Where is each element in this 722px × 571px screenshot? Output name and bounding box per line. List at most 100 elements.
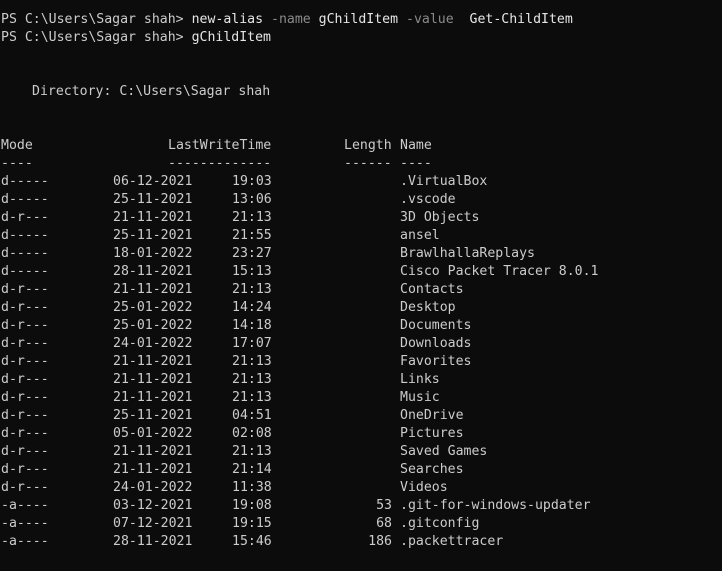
mode-cell: d-r--- xyxy=(1,462,49,477)
mode-cell: d----- xyxy=(1,246,49,261)
table-row: d-r--- 05-01-2022 02:08 Pictures xyxy=(1,425,722,443)
name-cell: .vscode xyxy=(400,192,456,207)
name-cell: Saved Games xyxy=(400,444,488,459)
command-line-2: PS C:\Users\Sagar shah> gChildItem xyxy=(1,29,722,47)
name-cell: Searches xyxy=(400,462,464,477)
underline-mode: ---- xyxy=(1,156,33,171)
date-cell: 07-12-2021 xyxy=(113,516,193,531)
length-cell: 53 xyxy=(376,498,392,513)
name-cell: .packettracer xyxy=(400,534,504,549)
date-cell: 21-11-2021 xyxy=(113,390,193,405)
name-cell: Links xyxy=(400,372,440,387)
time-cell: 19:15 xyxy=(232,516,272,531)
time-cell: 21:13 xyxy=(232,390,272,405)
table-row: d-r--- 25-01-2022 14:24 Desktop xyxy=(1,299,722,317)
date-cell: 28-11-2021 xyxy=(113,264,193,279)
time-cell: 17:07 xyxy=(232,336,272,351)
mode-cell: d-r--- xyxy=(1,354,49,369)
time-cell: 14:24 xyxy=(232,300,272,315)
date-cell: 25-11-2021 xyxy=(113,192,193,207)
time-cell: 14:18 xyxy=(232,318,272,333)
name-cell: Music xyxy=(400,390,440,405)
time-cell: 21:13 xyxy=(232,282,272,297)
table-row: d-r--- 21-11-2021 21:14 Searches xyxy=(1,461,722,479)
time-cell: 21:13 xyxy=(232,372,272,387)
parameter-value-flag: -value xyxy=(406,12,454,27)
terminal-window[interactable]: PS C:\Users\Sagar shah> new-alias -name … xyxy=(1,11,722,571)
date-cell: 03-12-2021 xyxy=(113,498,193,513)
date-cell: 21-11-2021 xyxy=(113,462,193,477)
header-mode: Mode xyxy=(1,138,33,153)
directory-listing: d----- 06-12-2021 19:03 .VirtualBox d----- 25… xyxy=(1,173,722,551)
underline-name: ---- xyxy=(400,156,432,171)
name-cell: 3D Objects xyxy=(400,210,480,225)
prompt: PS C:\Users\Sagar shah> xyxy=(1,12,184,27)
name-cell: Pictures xyxy=(400,426,464,441)
table-header-underline: ---- ------------- ------ ---- xyxy=(1,155,722,173)
time-cell: 21:13 xyxy=(232,444,272,459)
mode-cell: d-r--- xyxy=(1,444,49,459)
mode-cell: d----- xyxy=(1,174,49,189)
mode-cell: -a---- xyxy=(1,498,49,513)
time-cell: 04:51 xyxy=(232,408,272,423)
table-row: d-r--- 24-01-2022 11:38 Videos xyxy=(1,479,722,497)
parameter-value: gChildItem xyxy=(318,12,399,27)
date-cell: 18-01-2022 xyxy=(113,246,193,261)
mode-cell: d-r--- xyxy=(1,426,49,441)
time-cell: 19:03 xyxy=(232,174,272,189)
table-row: d-r--- 21-11-2021 21:13 Contacts xyxy=(1,281,722,299)
name-cell: Downloads xyxy=(400,336,472,351)
time-cell: 23:27 xyxy=(232,246,272,261)
time-cell: 15:13 xyxy=(232,264,272,279)
table-row: d-r--- 21-11-2021 21:13 Music xyxy=(1,389,722,407)
time-cell: 21:55 xyxy=(232,228,272,243)
name-cell: Documents xyxy=(400,318,472,333)
table-row: d-r--- 21-11-2021 21:13 3D Objects xyxy=(1,209,722,227)
parameter-name: -name xyxy=(271,12,311,27)
date-cell: 25-11-2021 xyxy=(113,228,193,243)
date-cell: 24-01-2022 xyxy=(113,480,193,495)
name-cell: .gitconfig xyxy=(400,516,480,531)
length-cell: 186 xyxy=(368,534,392,549)
table-row: d----- 25-11-2021 21:55 ansel xyxy=(1,227,722,245)
mode-cell: d-r--- xyxy=(1,372,49,387)
time-cell: 11:38 xyxy=(232,480,272,495)
date-cell: 21-11-2021 xyxy=(113,210,193,225)
mode-cell: d-r--- xyxy=(1,210,49,225)
mode-cell: d-r--- xyxy=(1,282,49,297)
mode-cell: d-r--- xyxy=(1,318,49,333)
mode-cell: d----- xyxy=(1,264,49,279)
underline-length: ------ xyxy=(344,156,392,171)
header-lastwritetime: LastWriteTime xyxy=(168,138,272,153)
name-cell: .VirtualBox xyxy=(400,174,488,189)
mode-cell: d-r--- xyxy=(1,408,49,423)
parameter-value: Get-ChildItem xyxy=(469,12,573,27)
table-header-row: Mode LastWriteTime Length Name xyxy=(1,137,722,155)
header-length: Length xyxy=(344,138,392,153)
mode-cell: d----- xyxy=(1,228,49,243)
date-cell: 25-11-2021 xyxy=(113,408,193,423)
underline-lastwritetime: ------------- xyxy=(168,156,272,171)
name-cell: Contacts xyxy=(400,282,464,297)
time-cell: 13:06 xyxy=(232,192,272,207)
mode-cell: d-r--- xyxy=(1,300,49,315)
date-cell: 21-11-2021 xyxy=(113,444,193,459)
date-cell: 24-01-2022 xyxy=(113,336,193,351)
command-name: gChildItem xyxy=(191,30,271,45)
mode-cell: d-r--- xyxy=(1,480,49,495)
time-cell: 21:14 xyxy=(232,462,272,477)
name-cell: Videos xyxy=(400,480,448,495)
table-row: -a---- 03-12-2021 19:08 53 .git-for-windows-… xyxy=(1,497,722,515)
table-row: d----- 25-11-2021 13:06 .vscode xyxy=(1,191,722,209)
table-row: -a---- 07-12-2021 19:15 68 .gitconfig xyxy=(1,515,722,533)
length-cell: 68 xyxy=(376,516,392,531)
table-row: d----- 28-11-2021 15:13 Cisco Packet Tracer… xyxy=(1,263,722,281)
time-cell: 02:08 xyxy=(232,426,272,441)
command-line-1: PS C:\Users\Sagar shah> new-alias -name … xyxy=(1,11,722,29)
date-cell: 06-12-2021 xyxy=(113,174,193,189)
table-row: d-r--- 25-11-2021 04:51 OneDrive xyxy=(1,407,722,425)
date-cell: 25-01-2022 xyxy=(113,300,193,315)
